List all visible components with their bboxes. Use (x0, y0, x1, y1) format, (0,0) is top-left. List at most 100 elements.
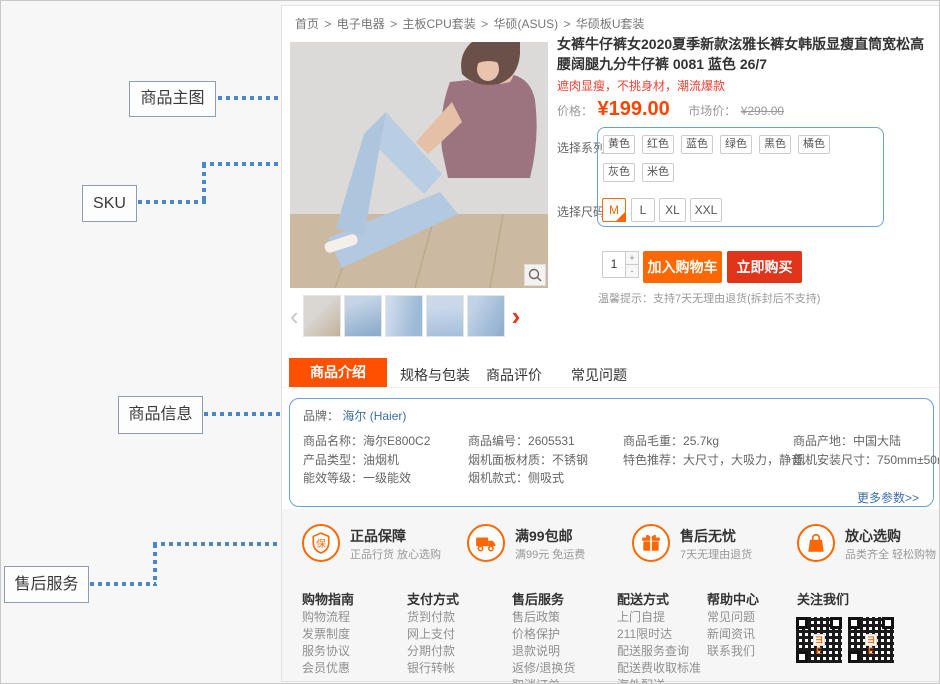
breadcrumb: 首页 > 电子电器 > 主板CPU套装 > 华硕(ASUS) > 华硕板U套装 (295, 15, 647, 32)
brand-link[interactable]: 海尔 (Haier) (342, 409, 406, 423)
spec-features: 特色推荐：大尺寸，大吸力，静音... (623, 451, 813, 468)
qr-finder (796, 651, 808, 663)
product-main-image[interactable] (290, 42, 548, 288)
thumbnail-2[interactable] (344, 295, 382, 337)
qr-finder (796, 617, 808, 629)
thumbnail-1[interactable] (303, 295, 341, 337)
annotation-after-sales: 售后服务 (4, 566, 89, 603)
service-desc: 满99元 免运费 (515, 546, 585, 562)
footer-link[interactable]: 购物流程 (302, 609, 350, 626)
service-badge-aftersales (632, 524, 670, 562)
service-desc: 品类齐全 轻松购物 (845, 546, 936, 562)
footer-link[interactable]: 联系我们 (707, 643, 755, 660)
size-option-xl[interactable]: XL (659, 198, 686, 222)
footer-link[interactable]: 货到付款 (407, 609, 455, 626)
footer-col-shopping-guide: 购物流程 发票制度 服务协议 会员优惠 (302, 609, 350, 677)
footer-link[interactable]: 常见问题 (707, 609, 755, 626)
thumbnail-3[interactable] (385, 295, 423, 337)
color-option-black[interactable]: 黑色 (759, 135, 791, 154)
footer-link[interactable]: 价格保护 (512, 626, 575, 643)
qr-code-weibo: ヨE (848, 617, 894, 663)
color-option-beige[interactable]: 米色 (642, 163, 674, 182)
qr-finder (830, 617, 842, 629)
arrow-line-sku-2 (202, 164, 206, 204)
footer-link[interactable]: 发票制度 (302, 626, 350, 643)
price-value: ¥199.00 (597, 98, 669, 120)
footer-link[interactable]: 取消订单 (512, 677, 575, 684)
tab-divider (282, 387, 939, 388)
breadcrumb-separator: > (481, 17, 488, 31)
footer-link[interactable]: 分期付款 (407, 643, 455, 660)
buy-now-button[interactable]: 立即购买 (727, 251, 802, 283)
arrow-line-after-sales-3 (153, 542, 289, 546)
footer-col-delivery: 上门自提 211限时达 配送服务查询 配送费收取标准 海外配送 (617, 609, 701, 684)
breadcrumb-brand[interactable]: 华硕(ASUS) (493, 17, 558, 31)
qr-finder (848, 651, 860, 663)
price-label: 价格： (557, 104, 593, 118)
tab-reviews[interactable]: 商品评价 (486, 365, 542, 385)
arrow-line-product-info (204, 412, 291, 416)
service-desc: 7天无理由退货 (680, 546, 752, 562)
footer-link[interactable]: 上门自提 (617, 609, 701, 626)
tab-product-intro[interactable]: 商品介绍 (289, 358, 387, 387)
carousel-prev-icon[interactable]: ‹ (290, 296, 299, 336)
thumbnail-5[interactable] (467, 295, 505, 337)
breadcrumb-separator: > (324, 17, 331, 31)
spec-product-type: 产品类型：油烟机 (303, 451, 399, 468)
footer-col-title: 关注我们 (797, 589, 849, 608)
size-option-xxl[interactable]: XXL (690, 198, 722, 222)
footer-link[interactable]: 服务协议 (302, 643, 350, 660)
size-option-m[interactable]: M✓ (602, 198, 626, 222)
footer-link[interactable]: 退款说明 (512, 643, 575, 660)
service-badge-assured (797, 524, 835, 562)
quantity-input[interactable]: 1 (602, 251, 626, 278)
arrow-line-after-sales-2 (153, 544, 157, 586)
color-option-yellow[interactable]: 黄色 (603, 135, 635, 154)
footer-col-aftersales: 售后政策 价格保护 退款说明 返修/退换货 取消订单 (512, 609, 575, 684)
breadcrumb-separator: > (564, 17, 571, 31)
zoom-button[interactable] (524, 264, 546, 286)
color-option-gray[interactable]: 灰色 (603, 163, 635, 182)
magnifier-icon (527, 267, 543, 283)
color-option-red[interactable]: 红色 (642, 135, 674, 154)
size-option-l[interactable]: L (631, 198, 655, 222)
footer-link[interactable]: 会员优惠 (302, 660, 350, 677)
tab-faq[interactable]: 常见问题 (571, 365, 627, 385)
color-option-green[interactable]: 绿色 (720, 135, 752, 154)
quantity-increase-button[interactable]: + (626, 251, 639, 265)
footer-link[interactable]: 211限时达 (617, 626, 701, 643)
service-title: 满99包邮 (515, 526, 573, 546)
color-option-orange[interactable]: 橘色 (798, 135, 830, 154)
breadcrumb-category-2[interactable]: 主板CPU套装 (402, 17, 475, 31)
footer-link[interactable]: 海外配送 (617, 677, 701, 684)
product-promo-text: 遮肉显瘦，不挑身材，潮流爆款 (557, 77, 725, 94)
spec-panel-material: 烟机面板材质：不锈钢 (468, 451, 588, 468)
screenshot-canvas: 商品主图 SKU 商品信息 售后服务 首页 > 电子电器 > 主板CPU套装 >… (0, 0, 940, 684)
spec-energy-rating: 能效等级：一级能效 (303, 469, 411, 486)
selected-check-icon: ✓ (618, 202, 625, 224)
color-option-blue[interactable]: 蓝色 (681, 135, 713, 154)
footer-link[interactable]: 配送费收取标准 (617, 660, 701, 677)
footer-link[interactable]: 返修/退换货 (512, 660, 575, 677)
thumbnail-4[interactable] (426, 295, 464, 337)
arrow-line-sku-1 (138, 200, 206, 204)
tab-spec-packaging[interactable]: 规格与包装 (400, 365, 470, 385)
footer-col-title: 配送方式 (617, 589, 669, 608)
footer-link[interactable]: 网上支付 (407, 626, 455, 643)
breadcrumb-home[interactable]: 首页 (295, 17, 319, 31)
footer-link[interactable]: 新闻资讯 (707, 626, 755, 643)
add-to-cart-button[interactable]: 加入购物车 (643, 251, 722, 283)
footer-link[interactable]: 配送服务查询 (617, 643, 701, 660)
breadcrumb-category-1[interactable]: 电子电器 (337, 17, 385, 31)
footer-col-payment: 货到付款 网上支付 分期付款 银行转帐 (407, 609, 455, 677)
service-desc: 正品行货 放心选购 (350, 546, 441, 562)
service-title: 售后无忧 (680, 526, 736, 546)
shopping-bag-icon (805, 532, 827, 554)
service-title: 正品保障 (350, 526, 406, 546)
quantity-decrease-button[interactable]: - (626, 265, 639, 278)
brand-row: 品牌： 海尔 (Haier) (303, 407, 406, 424)
footer-link[interactable]: 银行转帐 (407, 660, 455, 677)
footer-link[interactable]: 售后政策 (512, 609, 575, 626)
carousel-next-icon[interactable]: › (512, 296, 521, 336)
more-params-link[interactable]: 更多参数>> (857, 489, 919, 506)
